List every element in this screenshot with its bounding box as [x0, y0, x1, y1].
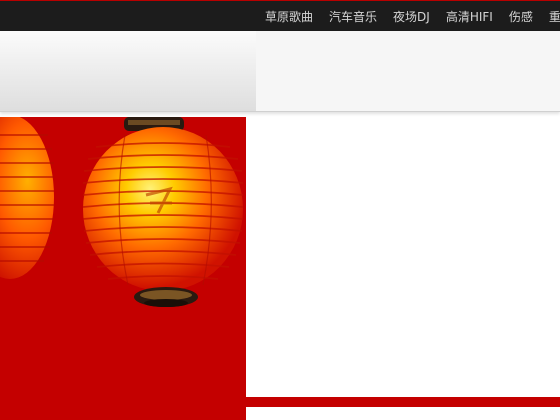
- banner-image[interactable]: [0, 117, 246, 420]
- bottom-panel: [246, 407, 560, 420]
- site-header: [0, 31, 560, 112]
- header-right-area: [256, 31, 560, 111]
- category-nav: 草原歌曲 汽车音乐 夜场DJ 高清HIFI 伤感 重: [265, 1, 560, 32]
- red-divider: [246, 397, 560, 407]
- nav-item-nightclub-dj[interactable]: 夜场DJ: [393, 8, 430, 25]
- nav-item-grassland-songs[interactable]: 草原歌曲: [265, 8, 313, 25]
- nav-item-hifi[interactable]: 高清HIFI: [446, 8, 493, 25]
- nav-item-truncated[interactable]: 重: [549, 8, 560, 25]
- nav-item-sad[interactable]: 伤感: [509, 8, 533, 25]
- red-lantern-icon: [0, 117, 246, 420]
- content-panel: [246, 117, 560, 397]
- nav-item-car-music[interactable]: 汽车音乐: [329, 8, 377, 25]
- header-logo-area: [0, 31, 256, 111]
- top-nav-bar: 草原歌曲 汽车音乐 夜场DJ 高清HIFI 伤感 重: [0, 0, 560, 31]
